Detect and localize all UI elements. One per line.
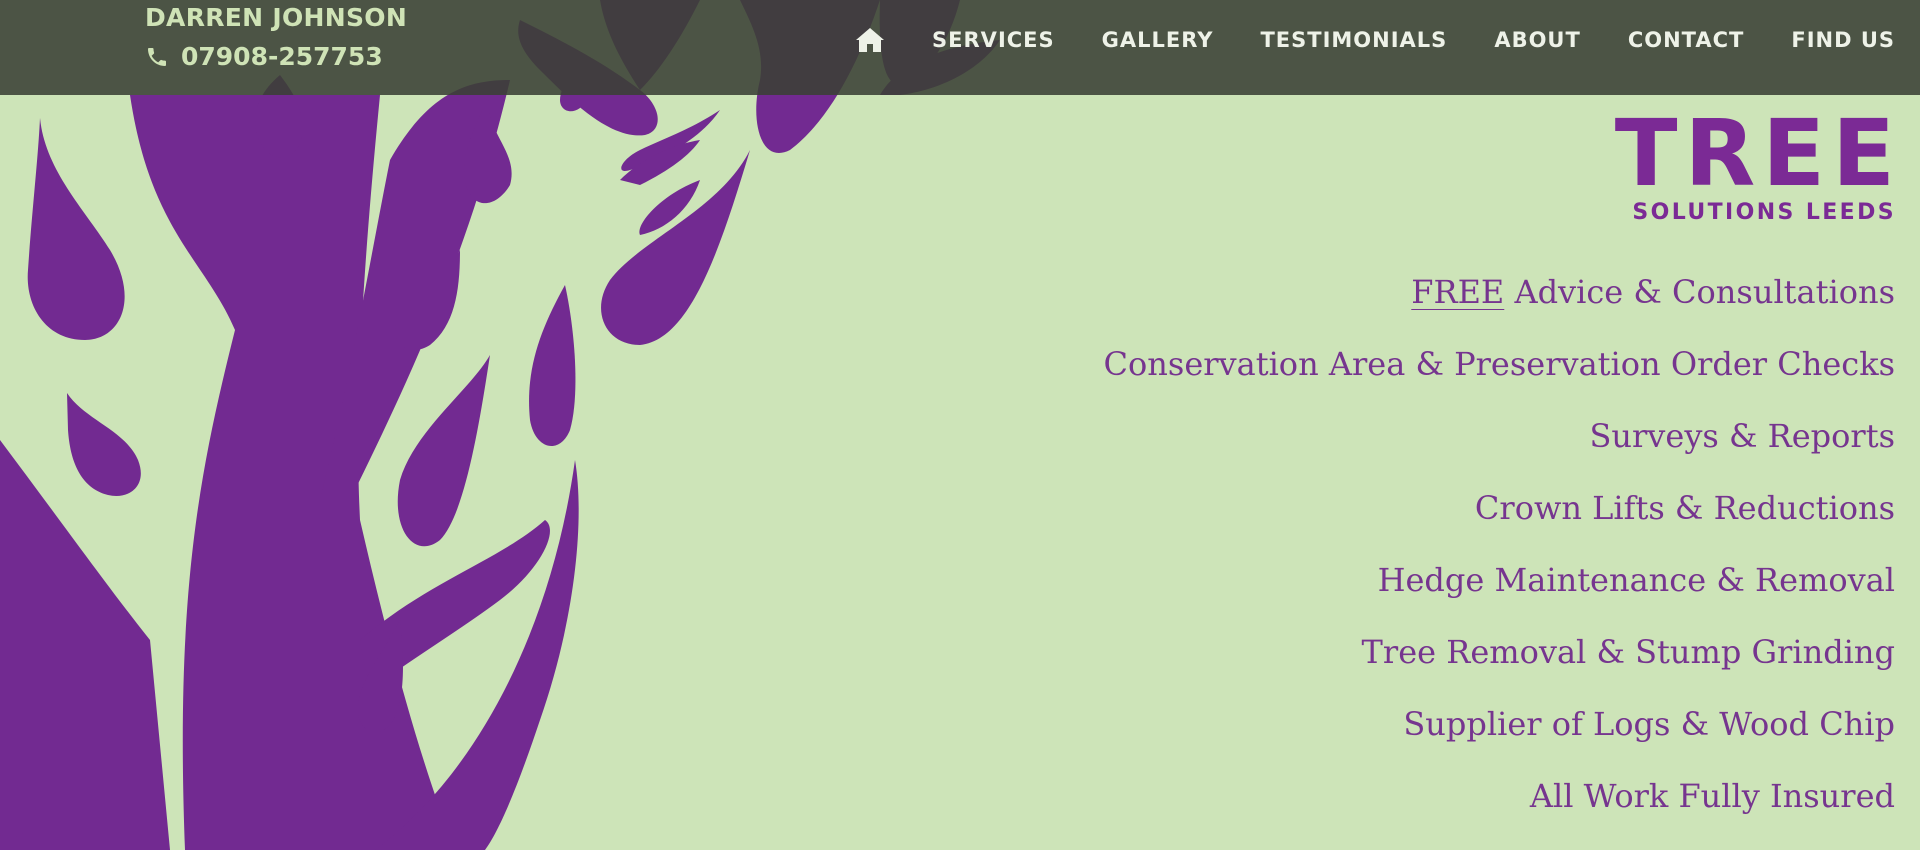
nav-gallery[interactable]: GALLERY: [1102, 28, 1214, 52]
free-highlight: FREE: [1411, 273, 1505, 311]
phone-number-link[interactable]: 07908-257753: [145, 42, 407, 71]
nav-testimonials[interactable]: TESTIMONIALS: [1260, 28, 1447, 52]
service-item: Hedge Maintenance & Removal: [1377, 561, 1895, 599]
service-item: Crown Lifts & Reductions: [1474, 489, 1895, 527]
logo-title: TREE: [1614, 100, 1902, 207]
site-logo[interactable]: TREE SOLUTIONS LEEDS: [1615, 106, 1896, 226]
nav-about[interactable]: ABOUT: [1494, 28, 1581, 52]
logo-subtitle: SOLUTIONS LEEDS: [1632, 200, 1896, 225]
nav-find-us[interactable]: FIND US: [1791, 28, 1895, 52]
main-nav: SERVICES GALLERY TESTIMONIALS ABOUT CONT…: [855, 0, 1895, 80]
phone-icon: [148, 47, 166, 66]
service-item-label: Advice & Consultations: [1504, 273, 1895, 311]
top-bar: DARREN JOHNSON 07908-257753 SERVICES GAL…: [0, 0, 1920, 95]
service-item: Tree Removal & Stump Grinding: [1361, 633, 1895, 671]
service-item: All Work Fully Insured: [1529, 777, 1895, 815]
nav-services[interactable]: SERVICES: [932, 28, 1055, 52]
home-icon: [856, 28, 885, 52]
service-item: Conservation Area & Preservation Order C…: [1103, 345, 1895, 383]
service-item: FREE Advice & Consultations: [1104, 262, 1895, 334]
service-item: Surveys & Reports: [1589, 417, 1895, 455]
owner-name: DARREN JOHNSON: [145, 3, 408, 32]
services-list: FREE Advice & Consultations Conservation…: [1104, 262, 1895, 838]
service-item: Supplier of Logs & Wood Chip: [1403, 705, 1895, 743]
phone-number: 07908-257753: [181, 42, 383, 71]
home-link[interactable]: [855, 26, 885, 54]
brand-block: DARREN JOHNSON 07908-257753: [145, 2, 407, 71]
nav-contact[interactable]: CONTACT: [1628, 28, 1745, 52]
